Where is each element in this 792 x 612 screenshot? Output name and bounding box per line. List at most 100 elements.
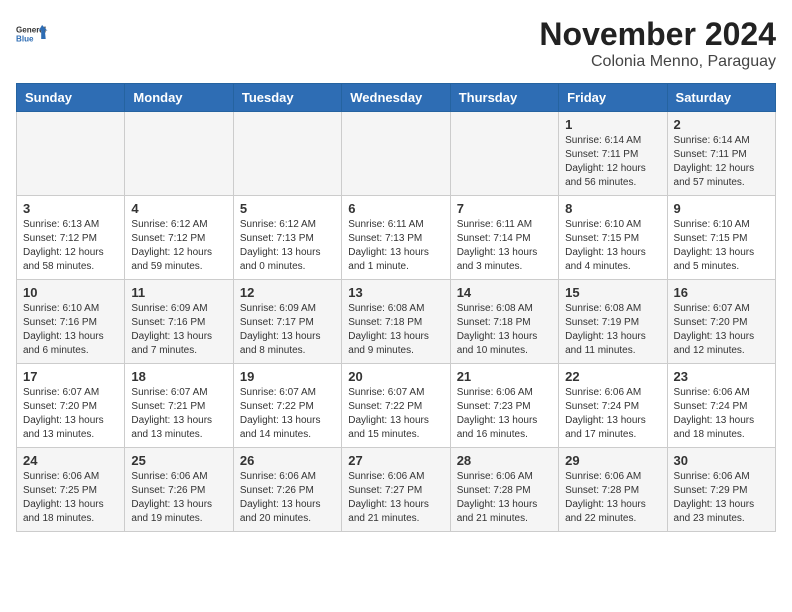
day-info: Sunrise: 6:14 AMSunset: 7:11 PMDaylight:… bbox=[565, 134, 660, 190]
day-number: 13 bbox=[348, 285, 443, 300]
day-number: 11 bbox=[131, 285, 226, 300]
day-number: 29 bbox=[565, 453, 660, 468]
day-info: Sunrise: 6:07 AMSunset: 7:22 PMDaylight:… bbox=[240, 386, 335, 442]
title-area: November 2024 Colonia Menno, Paraguay bbox=[539, 16, 776, 71]
day-number: 18 bbox=[131, 369, 226, 384]
logo: GeneralBlue General Blue bbox=[16, 16, 52, 52]
day-number: 25 bbox=[131, 453, 226, 468]
table-row: 23Sunrise: 6:06 AMSunset: 7:24 PMDayligh… bbox=[667, 364, 775, 448]
day-info: Sunrise: 6:08 AMSunset: 7:18 PMDaylight:… bbox=[457, 302, 552, 358]
table-row: 6 Sunrise: 6:11 AMSunset: 7:13 PMDaylight… bbox=[342, 196, 450, 280]
day-number: 5 bbox=[240, 201, 335, 216]
day-number: 28 bbox=[457, 453, 552, 468]
day-info: Sunrise: 6:09 AMSunset: 7:17 PMDaylight:… bbox=[240, 302, 335, 358]
header-monday: Monday bbox=[125, 84, 233, 112]
day-number: 14 bbox=[457, 285, 552, 300]
day-info: Sunrise: 6:12 AMSunset: 7:12 PMDaylight:… bbox=[131, 218, 226, 274]
table-row: 11 Sunrise: 6:09 AMSunset: 7:16 PMDayligh… bbox=[125, 280, 233, 364]
svg-text:Blue: Blue bbox=[16, 35, 34, 44]
day-info: Sunrise: 6:12 AMSunset: 7:13 PMDaylight:… bbox=[240, 218, 335, 274]
day-number: 8 bbox=[565, 201, 660, 216]
week-row-5: 24 Sunrise: 6:06 AMSunset: 7:25 PMDayligh… bbox=[17, 448, 776, 532]
day-info: Sunrise: 6:06 AMSunset: 7:28 PMDaylight:… bbox=[565, 470, 660, 526]
table-row: 18Sunrise: 6:07 AMSunset: 7:21 PMDayligh… bbox=[125, 364, 233, 448]
day-info: Sunrise: 6:09 AMSunset: 7:16 PMDaylight:… bbox=[131, 302, 226, 358]
day-info: Sunrise: 6:07 AMSunset: 7:20 PMDaylight:… bbox=[23, 386, 118, 442]
day-info: Sunrise: 6:07 AMSunset: 7:22 PMDaylight:… bbox=[348, 386, 443, 442]
table-row: 26 Sunrise: 6:06 AMSunset: 7:26 PMDayligh… bbox=[233, 448, 341, 532]
day-info: Sunrise: 6:06 AMSunset: 7:24 PMDaylight:… bbox=[565, 386, 660, 442]
day-info: Sunrise: 6:06 AMSunset: 7:26 PMDaylight:… bbox=[131, 470, 226, 526]
table-row: 12 Sunrise: 6:09 AMSunset: 7:17 PMDayligh… bbox=[233, 280, 341, 364]
table-row: 21 Sunrise: 6:06 AMSunset: 7:23 PMDayligh… bbox=[450, 364, 558, 448]
day-number: 22 bbox=[565, 369, 660, 384]
table-row: 15 Sunrise: 6:08 AMSunset: 7:19 PMDayligh… bbox=[559, 280, 667, 364]
week-row-3: 10 Sunrise: 6:10 AMSunset: 7:16 PMDayligh… bbox=[17, 280, 776, 364]
day-number: 19 bbox=[240, 369, 335, 384]
table-row: 24 Sunrise: 6:06 AMSunset: 7:25 PMDayligh… bbox=[17, 448, 125, 532]
table-row bbox=[125, 112, 233, 196]
table-row: 1 Sunrise: 6:14 AMSunset: 7:11 PMDaylight… bbox=[559, 112, 667, 196]
table-row: 5 Sunrise: 6:12 AMSunset: 7:13 PMDaylight… bbox=[233, 196, 341, 280]
table-row: 29 Sunrise: 6:06 AMSunset: 7:28 PMDayligh… bbox=[559, 448, 667, 532]
day-info: Sunrise: 6:10 AMSunset: 7:15 PMDaylight:… bbox=[565, 218, 660, 274]
day-number: 10 bbox=[23, 285, 118, 300]
table-row: 13 Sunrise: 6:08 AMSunset: 7:18 PMDayligh… bbox=[342, 280, 450, 364]
header-tuesday: Tuesday bbox=[233, 84, 341, 112]
table-row: 28 Sunrise: 6:06 AMSunset: 7:28 PMDayligh… bbox=[450, 448, 558, 532]
day-info: Sunrise: 6:07 AMSunset: 7:20 PMDaylight:… bbox=[674, 302, 769, 358]
day-number: 26 bbox=[240, 453, 335, 468]
header: GeneralBlue General Blue November 2024 C… bbox=[16, 16, 776, 71]
day-info: Sunrise: 6:06 AMSunset: 7:23 PMDaylight:… bbox=[457, 386, 552, 442]
day-info: Sunrise: 6:11 AMSunset: 7:14 PMDaylight:… bbox=[457, 218, 552, 274]
day-info: Sunrise: 6:14 AMSunset: 7:11 PMDaylight:… bbox=[674, 134, 769, 190]
table-row: 3Sunrise: 6:13 AMSunset: 7:12 PMDaylight… bbox=[17, 196, 125, 280]
day-info: Sunrise: 6:06 AMSunset: 7:26 PMDaylight:… bbox=[240, 470, 335, 526]
logo-icon: GeneralBlue bbox=[16, 16, 52, 52]
day-number: 12 bbox=[240, 285, 335, 300]
week-row-4: 17Sunrise: 6:07 AMSunset: 7:20 PMDayligh… bbox=[17, 364, 776, 448]
day-info: Sunrise: 6:06 AMSunset: 7:25 PMDaylight:… bbox=[23, 470, 118, 526]
day-info: Sunrise: 6:11 AMSunset: 7:13 PMDaylight:… bbox=[348, 218, 443, 274]
table-row: 14 Sunrise: 6:08 AMSunset: 7:18 PMDayligh… bbox=[450, 280, 558, 364]
header-saturday: Saturday bbox=[667, 84, 775, 112]
day-number: 16 bbox=[674, 285, 769, 300]
day-number: 1 bbox=[565, 117, 660, 132]
table-row: 27Sunrise: 6:06 AMSunset: 7:27 PMDayligh… bbox=[342, 448, 450, 532]
day-number: 2 bbox=[674, 117, 769, 132]
table-row bbox=[450, 112, 558, 196]
table-row: 20Sunrise: 6:07 AMSunset: 7:22 PMDayligh… bbox=[342, 364, 450, 448]
table-row: 16 Sunrise: 6:07 AMSunset: 7:20 PMDayligh… bbox=[667, 280, 775, 364]
day-number: 7 bbox=[457, 201, 552, 216]
header-sunday: Sunday bbox=[17, 84, 125, 112]
day-info: Sunrise: 6:10 AMSunset: 7:16 PMDaylight:… bbox=[23, 302, 118, 358]
table-row: 2 Sunrise: 6:14 AMSunset: 7:11 PMDaylight… bbox=[667, 112, 775, 196]
day-info: Sunrise: 6:08 AMSunset: 7:19 PMDaylight:… bbox=[565, 302, 660, 358]
table-row: 22 Sunrise: 6:06 AMSunset: 7:24 PMDayligh… bbox=[559, 364, 667, 448]
day-number: 15 bbox=[565, 285, 660, 300]
calendar-table: Sunday Monday Tuesday Wednesday Thursday… bbox=[16, 83, 776, 532]
main-title: November 2024 bbox=[539, 16, 776, 53]
table-row bbox=[17, 112, 125, 196]
week-row-1: 1 Sunrise: 6:14 AMSunset: 7:11 PMDaylight… bbox=[17, 112, 776, 196]
day-info: Sunrise: 6:08 AMSunset: 7:18 PMDaylight:… bbox=[348, 302, 443, 358]
day-info: Sunrise: 6:10 AMSunset: 7:15 PMDaylight:… bbox=[674, 218, 769, 274]
table-row: 17Sunrise: 6:07 AMSunset: 7:20 PMDayligh… bbox=[17, 364, 125, 448]
calendar-header-row: Sunday Monday Tuesday Wednesday Thursday… bbox=[17, 84, 776, 112]
day-info: Sunrise: 6:06 AMSunset: 7:24 PMDaylight:… bbox=[674, 386, 769, 442]
subtitle: Colonia Menno, Paraguay bbox=[539, 53, 776, 71]
header-wednesday: Wednesday bbox=[342, 84, 450, 112]
week-row-2: 3Sunrise: 6:13 AMSunset: 7:12 PMDaylight… bbox=[17, 196, 776, 280]
table-row: 25 Sunrise: 6:06 AMSunset: 7:26 PMDayligh… bbox=[125, 448, 233, 532]
day-number: 6 bbox=[348, 201, 443, 216]
day-number: 30 bbox=[674, 453, 769, 468]
day-info: Sunrise: 6:13 AMSunset: 7:12 PMDaylight:… bbox=[23, 218, 118, 274]
table-row: 8 Sunrise: 6:10 AMSunset: 7:15 PMDaylight… bbox=[559, 196, 667, 280]
table-row: 10 Sunrise: 6:10 AMSunset: 7:16 PMDayligh… bbox=[17, 280, 125, 364]
table-row bbox=[342, 112, 450, 196]
table-row: 4Sunrise: 6:12 AMSunset: 7:12 PMDaylight… bbox=[125, 196, 233, 280]
header-thursday: Thursday bbox=[450, 84, 558, 112]
day-info: Sunrise: 6:06 AMSunset: 7:28 PMDaylight:… bbox=[457, 470, 552, 526]
day-number: 24 bbox=[23, 453, 118, 468]
day-number: 21 bbox=[457, 369, 552, 384]
